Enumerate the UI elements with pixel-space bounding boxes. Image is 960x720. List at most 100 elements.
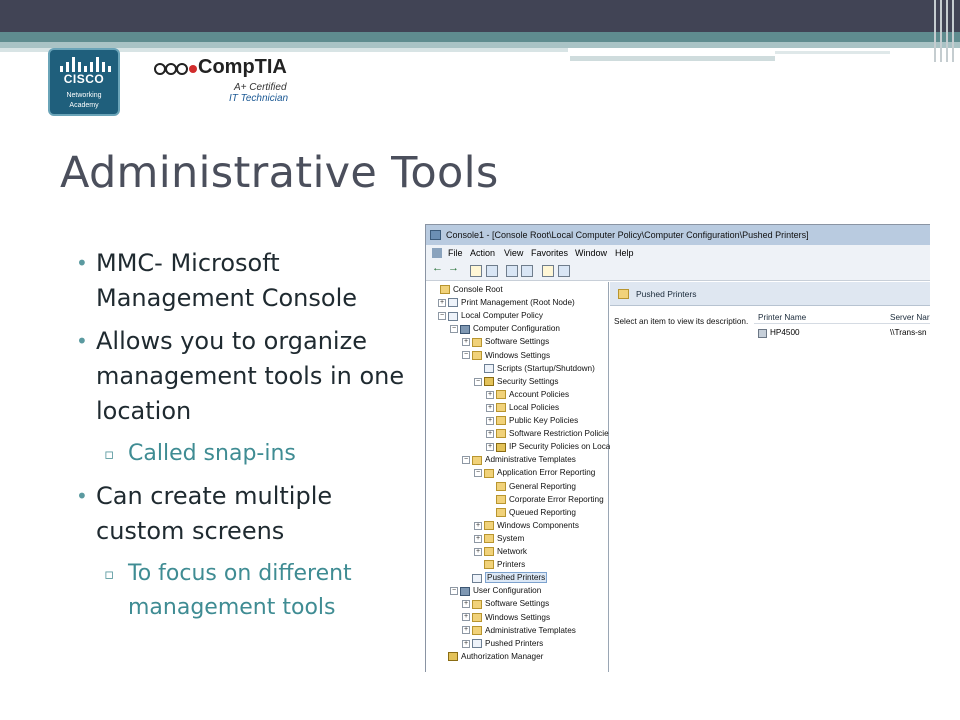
help-icon[interactable] (542, 265, 554, 277)
expand-icon[interactable]: + (486, 443, 494, 452)
tree-node[interactable]: − Administrative Templates (462, 454, 576, 466)
tree-node[interactable]: + Local Policies (486, 402, 559, 414)
tree-node-label: Authorization Manager (461, 651, 544, 661)
console-menu-icon[interactable] (432, 248, 442, 258)
tree-node[interactable]: − Windows Settings (462, 350, 550, 362)
window-titlebar[interactable]: Console1 - [Console Root\Local Computer … (426, 225, 930, 245)
tree-node[interactable]: + Network (474, 546, 527, 558)
security-icon (496, 442, 506, 452)
menu-view[interactable]: View (504, 248, 523, 258)
back-arrow-icon[interactable] (432, 262, 444, 277)
collapse-icon[interactable]: − (450, 587, 458, 596)
tree-node[interactable]: Corporate Error Reporting (486, 494, 604, 506)
collapse-icon[interactable]: − (462, 456, 470, 465)
tree-node[interactable]: Console Root (430, 284, 503, 296)
expand-icon[interactable]: + (462, 613, 470, 622)
printer-icon (472, 573, 482, 583)
expand-icon[interactable]: + (486, 390, 494, 399)
menu-file[interactable]: File (448, 248, 463, 258)
tree-node[interactable]: Queued Reporting (486, 507, 576, 519)
collapse-icon[interactable]: − (462, 351, 470, 360)
menu-window[interactable]: Window (575, 248, 607, 258)
tree-node[interactable]: + Windows Settings (462, 612, 550, 624)
column-server-name[interactable]: Server Nar (890, 313, 930, 322)
tree-node[interactable]: + Software Restriction Policie (486, 428, 609, 440)
tree-node[interactable]: Scripts (Startup/Shutdown) (474, 363, 595, 375)
tree-node[interactable]: + IP Security Policies on Loca (486, 441, 610, 453)
toolbar (426, 261, 930, 281)
column-printer-name[interactable]: Printer Name (758, 313, 806, 322)
folder-icon (472, 599, 482, 609)
tree-node[interactable]: + Pushed Printers (462, 638, 543, 650)
expand-icon[interactable]: + (474, 534, 482, 543)
tree-node[interactable]: Authorization Manager (438, 651, 543, 663)
expand-icon[interactable]: + (462, 639, 470, 648)
tree-node-label: Print Management (Root Node) (461, 298, 575, 308)
bullet-list: MMC- Microsoft Management Console Allows… (76, 246, 416, 633)
properties-icon[interactable] (521, 265, 533, 277)
tree-node-label: Windows Settings (485, 612, 551, 622)
printer-name-cell: HP4500 (770, 328, 800, 337)
bullet-item: Can create multiple custom screens (76, 479, 416, 549)
tree-node[interactable]: + Public Key Policies (486, 415, 578, 427)
expand-icon[interactable]: + (486, 429, 494, 438)
tree-node[interactable]: − Security Settings (474, 376, 558, 388)
tree-node-label: Printers (497, 560, 526, 570)
comptia-cert-line1: A+ Certified (234, 82, 287, 93)
menu-action[interactable]: Action (470, 248, 495, 258)
expand-icon[interactable]: + (486, 403, 494, 412)
expand-icon[interactable]: + (474, 521, 482, 530)
expand-icon[interactable]: + (438, 298, 446, 307)
tree-node-label: Public Key Policies (509, 416, 579, 425)
tree-node[interactable]: + Print Management (Root Node) (438, 297, 575, 309)
tree-node[interactable]: General Reporting (486, 481, 576, 493)
window-title: Console1 - [Console Root\Local Computer … (446, 230, 809, 240)
printer-folder-icon (618, 289, 629, 299)
table-row[interactable]: HP4500 \\Trans-sn (754, 328, 930, 340)
folder-icon (496, 390, 506, 400)
tree-node-label: Software Settings (485, 337, 550, 347)
tree-node[interactable]: + System (474, 533, 524, 545)
collapse-icon[interactable]: − (474, 469, 482, 478)
show-hide-action-pane-icon[interactable] (558, 265, 570, 277)
tree-node[interactable]: + Software Settings (462, 336, 549, 348)
comptia-wordmark: CompTIA (198, 56, 287, 78)
expand-icon[interactable]: + (462, 626, 470, 635)
tree-node-label: Windows Components (497, 520, 579, 530)
tree-node[interactable]: Printers (474, 559, 525, 571)
expand-icon[interactable]: + (462, 600, 470, 609)
tree-node[interactable]: + Administrative Templates (462, 625, 576, 637)
tree-node[interactable]: Pushed Printers (462, 572, 548, 584)
menu-favorites[interactable]: Favorites (531, 248, 568, 258)
collapse-icon[interactable]: − (450, 325, 458, 334)
tree-node[interactable]: − Application Error Reporting (474, 467, 595, 479)
forward-arrow-icon[interactable] (448, 262, 460, 277)
tree-node[interactable]: − Local Computer Policy (438, 310, 543, 322)
expand-icon[interactable]: + (474, 547, 482, 556)
tree-node[interactable]: − Computer Configuration (450, 323, 560, 335)
collapse-icon[interactable]: − (474, 377, 482, 386)
tree-node-label: System (497, 533, 525, 543)
show-hide-tree-icon[interactable] (486, 265, 498, 277)
expand-icon[interactable]: + (486, 416, 494, 425)
menu-help[interactable]: Help (615, 248, 634, 258)
tree-node[interactable]: − User Configuration (450, 585, 541, 597)
security-icon (484, 377, 494, 387)
top-band-segment (570, 56, 775, 61)
collapse-icon[interactable]: − (438, 312, 446, 321)
tree-node-label: Application Error Reporting (497, 468, 596, 478)
expand-icon[interactable]: + (462, 338, 470, 347)
tree-node[interactable]: + Windows Components (474, 520, 579, 532)
tree-node[interactable]: + Account Policies (486, 389, 569, 401)
tree-node[interactable]: + Software Settings (462, 598, 549, 610)
comptia-rings-icon (154, 63, 197, 75)
tree-node-label: Scripts (Startup/Shutdown) (497, 363, 595, 373)
up-folder-icon[interactable] (470, 265, 482, 277)
authorization-icon (448, 652, 458, 662)
folder-icon (472, 337, 482, 347)
tree-node-label: User Configuration (473, 586, 542, 596)
folder-icon (440, 285, 450, 295)
tree-node-label: Computer Configuration (473, 324, 560, 334)
export-list-icon[interactable] (506, 265, 518, 277)
details-pane: Pushed Printers Select an item to view i… (610, 282, 930, 672)
